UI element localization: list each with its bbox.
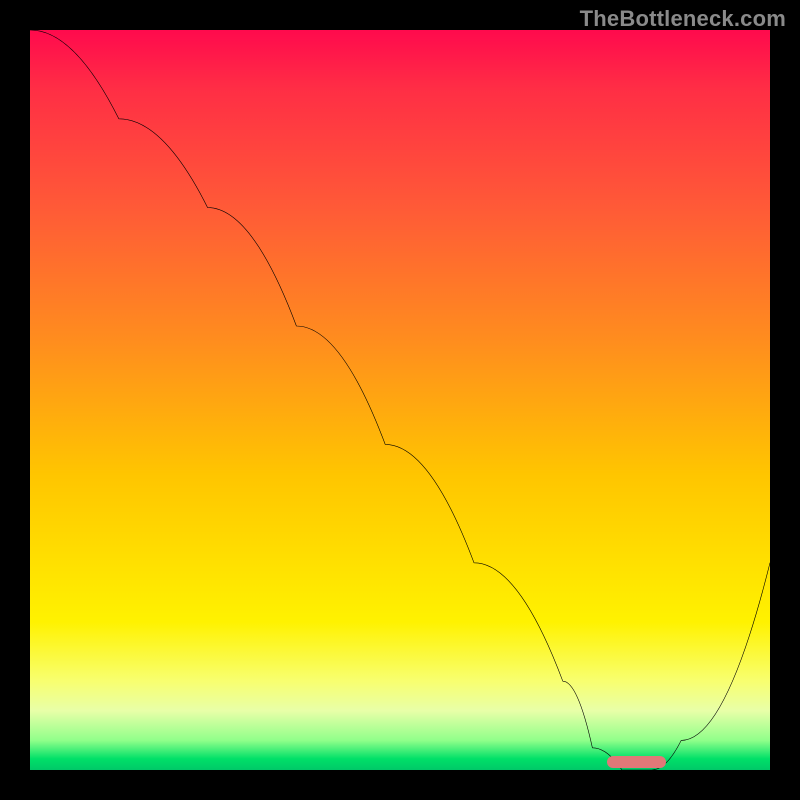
bottleneck-curve (30, 30, 770, 770)
optimal-range-marker (607, 756, 666, 768)
chart-frame: TheBottleneck.com (0, 0, 800, 800)
attribution-text: TheBottleneck.com (580, 6, 786, 32)
plot-area (30, 30, 770, 770)
